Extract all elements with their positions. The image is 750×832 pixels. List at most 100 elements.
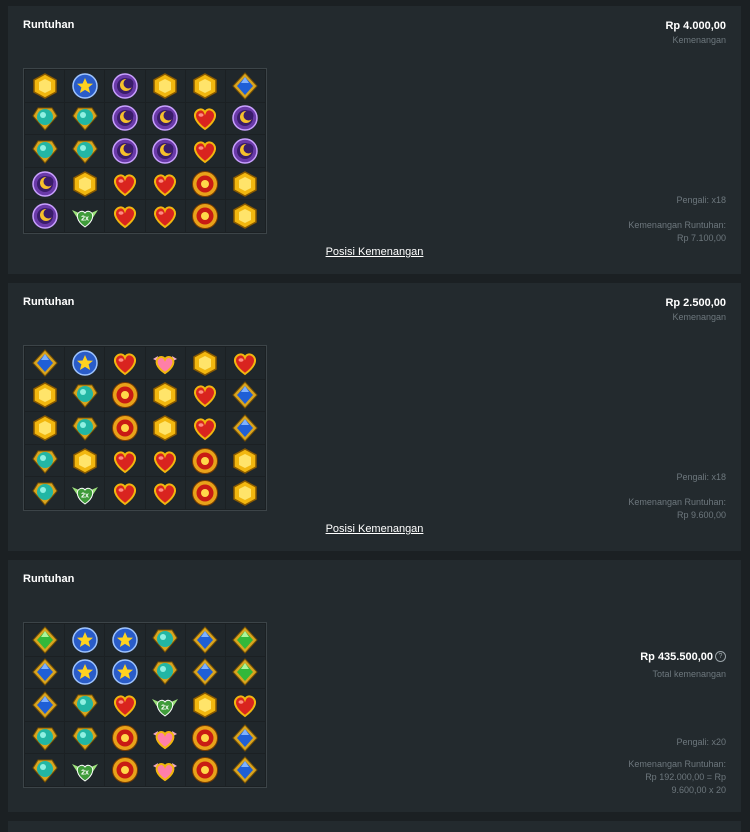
moon-gem-icon xyxy=(152,138,178,164)
grid-cell xyxy=(25,689,65,721)
grid-cell xyxy=(65,347,105,379)
grid-cell: 2x xyxy=(145,689,185,721)
gold-gem-icon xyxy=(72,170,97,197)
grid-cell xyxy=(105,477,145,509)
grid-cell xyxy=(225,412,265,444)
sun-gem-icon xyxy=(111,382,138,409)
grid-cell xyxy=(145,379,185,412)
card-title: Runtuhan xyxy=(23,296,75,308)
red-heart-gem-icon xyxy=(234,695,257,718)
grid-cell xyxy=(225,721,265,754)
grid-cell xyxy=(225,70,265,102)
grid-cell xyxy=(105,347,145,379)
grid-cell xyxy=(65,721,105,754)
cascade-card-1: Runtuhan Rp 4.000,00 Kemenangan 2x Penga… xyxy=(8,6,741,274)
grid-cell xyxy=(185,102,225,135)
symbol-grid: 2x 2x xyxy=(23,622,267,788)
moon-gem-icon xyxy=(31,170,58,197)
cascade-card-3: Runtuhan 2x 2x Rp 435.500,00? Total kemen… xyxy=(8,560,741,812)
grid-cell xyxy=(185,379,225,412)
grid-cell xyxy=(225,167,265,200)
star-gem-icon xyxy=(71,627,98,653)
blue-gem-icon xyxy=(192,658,218,687)
grid-cell xyxy=(25,102,65,135)
grid-cell xyxy=(185,135,225,167)
gold-gem-icon xyxy=(32,415,57,441)
teal-gem-icon xyxy=(152,629,178,653)
grid-cell xyxy=(65,70,105,102)
red-heart-gem-icon xyxy=(194,385,217,408)
grid-cell xyxy=(225,754,265,786)
sun-gem-icon xyxy=(111,414,138,441)
svg-text:2x: 2x xyxy=(161,704,169,711)
card-title: Runtuhan xyxy=(23,573,75,585)
win-amount-label: Kemenangan xyxy=(672,35,726,45)
teal-gem-icon xyxy=(31,450,58,474)
multiplier-text: Pengali: x18 xyxy=(676,472,726,482)
red-heart-gem-icon xyxy=(194,141,217,164)
grid-cell xyxy=(65,624,105,656)
winning-positions-link[interactable]: Posisi Kemenangan xyxy=(8,246,741,258)
wild-multiplier-icon: 2x xyxy=(71,210,98,228)
grid-cell xyxy=(105,656,145,689)
red-heart-gem-icon xyxy=(154,450,177,473)
moon-gem-icon xyxy=(152,105,178,132)
sun-gem-icon xyxy=(111,757,138,784)
gold-gem-icon xyxy=(72,447,97,474)
total-win-amount: Rp 435.500,00? xyxy=(640,651,726,663)
star-gem-icon xyxy=(112,627,138,653)
cascade-win-label: Kemenangan Runtuhan: xyxy=(628,497,726,507)
grid-cell xyxy=(105,200,145,232)
grid-cell xyxy=(225,444,265,477)
blue-gem-icon xyxy=(232,381,259,410)
green-gem-icon xyxy=(31,626,58,654)
grid-cell xyxy=(105,167,145,200)
moon-gem-icon xyxy=(112,73,138,99)
grid-cell xyxy=(25,444,65,477)
svg-text:2x: 2x xyxy=(81,770,89,777)
star-gem-icon xyxy=(71,73,98,99)
sun-gem-icon xyxy=(192,480,219,507)
cascade-win-value: Rp 9.600,00 xyxy=(676,510,726,520)
winning-positions-link[interactable]: Posisi Kemenangan xyxy=(8,523,741,535)
grid-cell xyxy=(185,689,225,721)
teal-gem-icon xyxy=(72,384,98,409)
red-heart-gem-icon xyxy=(113,450,136,473)
pink-heart-gem-icon xyxy=(153,355,178,374)
grid-cell xyxy=(105,444,145,477)
grid-cell xyxy=(65,135,105,167)
svg-text:2x: 2x xyxy=(81,216,89,223)
grid-cell xyxy=(25,656,65,689)
pink-heart-gem-icon xyxy=(153,730,178,749)
card-title: Runtuhan xyxy=(23,19,75,31)
grid-cell xyxy=(65,444,105,477)
red-heart-gem-icon xyxy=(113,206,136,229)
multiplier-text: Pengali: x18 xyxy=(676,195,726,205)
total-win-label: Total kemenangan xyxy=(652,669,726,679)
gold-gem-icon xyxy=(233,480,258,507)
sun-gem-icon xyxy=(192,757,219,784)
help-icon[interactable]: ? xyxy=(715,651,726,662)
wild-multiplier-icon: 2x xyxy=(152,698,179,717)
cascade-win-label: Kemenangan Runtuhan: xyxy=(628,220,726,230)
grid-cell xyxy=(145,656,185,689)
gold-gem-icon xyxy=(153,415,177,441)
grid-cell xyxy=(25,347,65,379)
teal-gem-icon xyxy=(31,107,58,132)
grid-cell xyxy=(105,754,145,786)
star-gem-icon xyxy=(112,659,138,686)
red-heart-gem-icon xyxy=(113,483,136,506)
teal-gem-icon xyxy=(31,759,58,783)
wild-multiplier-icon: 2x xyxy=(71,487,98,505)
sun-gem-icon xyxy=(192,203,219,230)
grid-cell xyxy=(105,135,145,167)
grid-cell xyxy=(145,200,185,232)
grid-cell xyxy=(25,412,65,444)
grid-cell: 2x xyxy=(65,754,105,786)
cascade-win-value-2: 9.600,00 x 20 xyxy=(671,785,726,795)
grid-cell xyxy=(225,200,265,232)
red-heart-gem-icon xyxy=(154,173,177,196)
gold-gem-icon xyxy=(193,349,217,376)
grid-cell xyxy=(225,656,265,689)
grid-cell xyxy=(65,656,105,689)
